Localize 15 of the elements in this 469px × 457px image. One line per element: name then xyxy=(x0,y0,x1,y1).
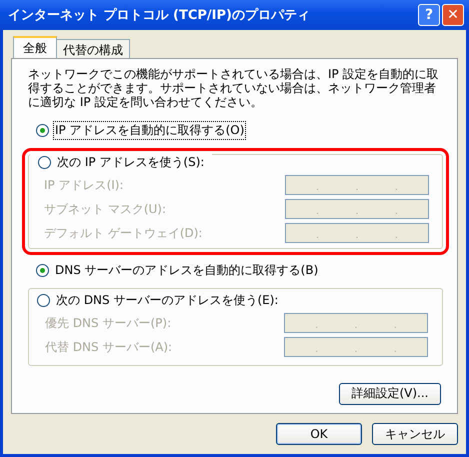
field-label: 優先 DNS サーバー(P): xyxy=(45,314,172,332)
advanced-button[interactable]: 詳細設定(V)... xyxy=(339,382,441,404)
dialog-button[interactable]: キャンセル xyxy=(372,423,458,445)
description-text: ネットワークでこの機能がサポートされている場合は、IP 設定を自動的に取得することができます。サポートされていない場合は、ネットワーク管理者に適切な IP 設定を問い合わせてください。 xyxy=(28,67,440,109)
field-label: IP アドレス(I): xyxy=(44,176,124,194)
tab[interactable]: 代替の構成 xyxy=(56,39,130,58)
help-button[interactable]: ? xyxy=(418,4,440,26)
window-title: インターネット プロトコル (TCP/IP)のプロパティ xyxy=(8,6,311,24)
radio-option[interactable]: 次の IP アドレスを使う(S): xyxy=(30,153,212,171)
close-button[interactable]: ✕ xyxy=(442,4,464,26)
field-label: サブネット マスク(U): xyxy=(44,200,166,218)
tab[interactable]: 全般 xyxy=(13,36,57,58)
dialog-button[interactable]: OK xyxy=(276,423,362,445)
field-label: 代替 DNS サーバー(A): xyxy=(45,338,172,356)
field-label: デフォルト ゲートウェイ(D): xyxy=(44,224,202,242)
